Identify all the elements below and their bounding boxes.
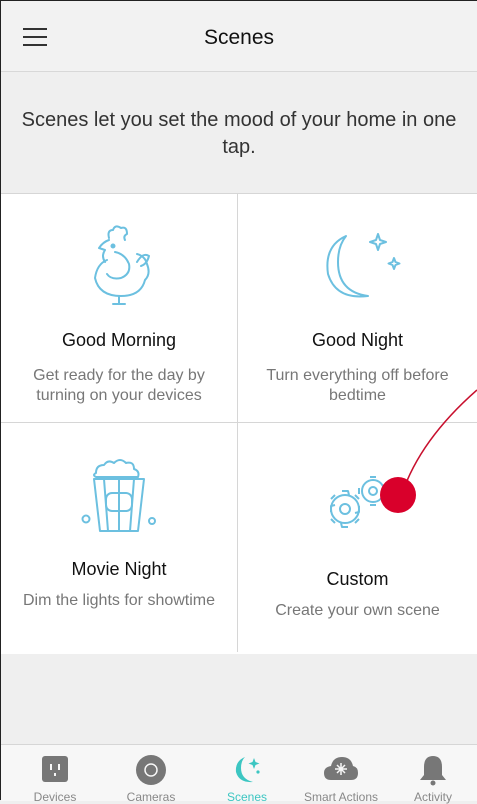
tab-label: Scenes <box>226 790 268 804</box>
tab-cameras[interactable]: Cameras <box>103 745 199 804</box>
tab-activity[interactable]: Activity <box>385 745 477 804</box>
scene-card-movie-night[interactable]: Movie Night Dim the lights for showtime <box>1 423 238 652</box>
scene-title: Custom <box>326 569 389 589</box>
popcorn-icon <box>81 459 156 532</box>
tab-smart-actions[interactable]: Smart Actions <box>293 745 389 804</box>
moon-stars-icon <box>325 233 400 298</box>
scene-title: Movie Night <box>71 559 167 579</box>
tab-label: Activity <box>413 790 452 804</box>
gears-icon <box>329 476 388 528</box>
outlet-icon <box>42 756 68 782</box>
bell-icon <box>420 756 446 786</box>
scene-description: Turn everything off before bedtime <box>266 367 449 404</box>
intro-text: Scenes let you set the mood of your home… <box>21 109 457 158</box>
cloud-spark-icon <box>324 757 358 780</box>
scene-description: Create your own scene <box>275 602 440 619</box>
rooster-icon <box>94 225 150 305</box>
scene-title: Good Night <box>311 330 404 350</box>
top-bar: Scenes <box>1 1 477 72</box>
empty-area <box>1 654 477 744</box>
scene-description: Get ready for the day by turning on your… <box>33 367 205 404</box>
tab-label: Devices <box>33 790 77 804</box>
bottom-tab-bar: Devices Cameras Scenes Smart Actions Act… <box>1 744 477 804</box>
tab-label: Smart Actions <box>303 790 379 804</box>
intro-banner: Scenes let you set the mood of your home… <box>1 72 477 190</box>
tab-scenes[interactable]: Scenes <box>199 745 295 804</box>
scenes-moon-icon <box>235 757 260 783</box>
page-title: Scenes <box>203 26 275 49</box>
camera-lens-icon <box>136 755 166 785</box>
tab-devices[interactable]: Devices <box>7 745 103 804</box>
scene-card-good-morning[interactable]: Good Morning Get ready for the day by tu… <box>1 194 238 423</box>
scene-card-good-night[interactable]: Good Night Turn everything off before be… <box>238 194 477 423</box>
tab-label: Cameras <box>126 790 176 804</box>
scenes-grid: Good Morning Get ready for the day by tu… <box>1 193 477 655</box>
scene-description: Dim the lights for showtime <box>22 592 216 609</box>
scene-title: Good Morning <box>61 330 177 350</box>
scene-card-custom[interactable]: Custom Create your own scene <box>238 423 477 652</box>
